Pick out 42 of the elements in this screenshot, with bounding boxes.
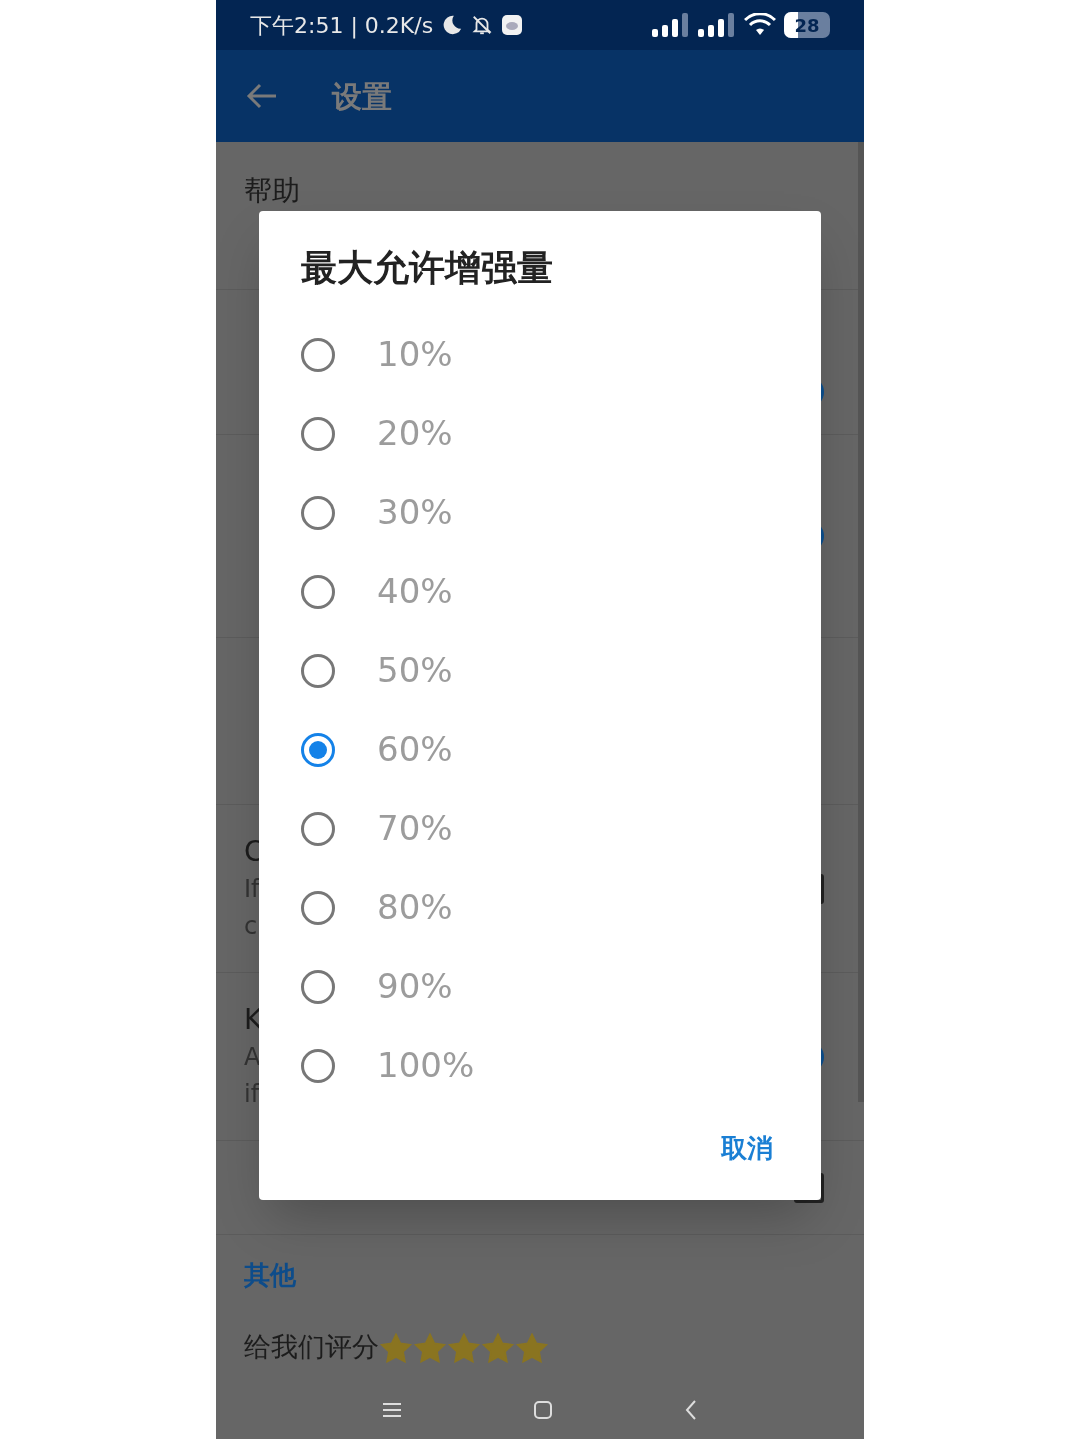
- option-label[interactable]: 60%: [377, 724, 453, 775]
- moon-icon: [441, 14, 464, 36]
- radio-button[interactable]: [301, 1048, 335, 1083]
- cancel-button[interactable]: 取消: [719, 1129, 775, 1168]
- option-label[interactable]: 70%: [377, 803, 453, 854]
- dialog-title: 最大允许增强量: [300, 246, 553, 290]
- option-label[interactable]: 10%: [377, 329, 453, 380]
- back-arrow-icon[interactable]: [246, 82, 278, 110]
- radio-button[interactable]: [301, 653, 335, 688]
- rate-us-label[interactable]: 给我们评分: [244, 1327, 379, 1368]
- radio-button[interactable]: [301, 495, 335, 530]
- radio-button[interactable]: [301, 811, 335, 846]
- signal-icon: [698, 13, 736, 37]
- star-icon: [447, 1332, 481, 1363]
- radio-button[interactable]: [301, 732, 335, 767]
- option-label[interactable]: 50%: [377, 645, 453, 696]
- page-title: 设置: [332, 77, 392, 116]
- radio-button[interactable]: [301, 969, 335, 1004]
- bell-off-icon: [471, 14, 494, 36]
- star-icon: [379, 1332, 413, 1363]
- option-label[interactable]: 90%: [377, 961, 453, 1012]
- menu-icon[interactable]: [382, 1401, 401, 1418]
- star-icon: [515, 1332, 549, 1363]
- status-time: 下午2:51 | 0.2K/s: [250, 11, 434, 41]
- option-label[interactable]: 100%: [377, 1040, 475, 1091]
- radio-button[interactable]: [301, 416, 335, 451]
- star-icon: [413, 1332, 447, 1363]
- app-notification-icon: [501, 14, 524, 36]
- wifi-icon: [744, 13, 776, 37]
- radio-button[interactable]: [301, 574, 335, 609]
- home-icon[interactable]: [534, 1400, 552, 1419]
- section-header: 其他: [244, 1258, 296, 1292]
- radio-button[interactable]: [301, 890, 335, 925]
- setting-title[interactable]: 帮助: [244, 172, 300, 210]
- star-icon: [481, 1332, 515, 1363]
- signal-icon: [652, 13, 690, 37]
- back-icon[interactable]: [685, 1399, 698, 1420]
- option-label[interactable]: 20%: [377, 408, 453, 459]
- radio-button[interactable]: [301, 337, 335, 372]
- option-label[interactable]: 80%: [377, 882, 453, 933]
- option-label[interactable]: 40%: [377, 566, 453, 617]
- option-label[interactable]: 30%: [377, 487, 453, 538]
